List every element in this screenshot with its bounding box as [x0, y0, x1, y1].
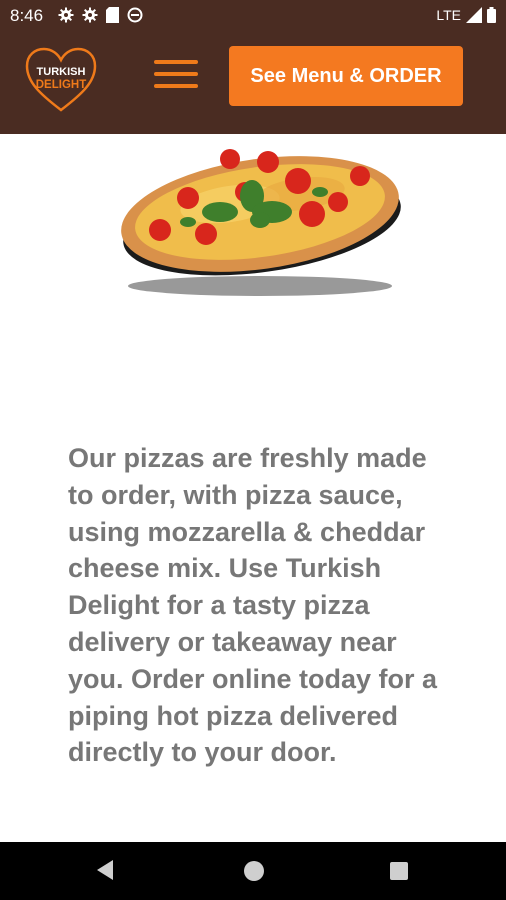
- status-icons-left: [58, 7, 143, 23]
- status-icons-right: LTE: [436, 7, 496, 23]
- see-menu-order-button[interactable]: See Menu & ORDER: [229, 46, 463, 106]
- pizza-image: [110, 134, 410, 304]
- pizza-illustration: [121, 149, 401, 296]
- status-time: 8:46: [10, 6, 44, 25]
- description-text: Our pizzas are freshly made to order, wi…: [68, 443, 438, 768]
- system-nav-bar: [0, 842, 506, 900]
- menu-line: [154, 72, 198, 76]
- battery-icon: [487, 7, 496, 23]
- logo-text-bottom: DELIGHT: [36, 79, 86, 91]
- recents-icon[interactable]: [390, 862, 408, 880]
- network-type: LTE: [436, 7, 461, 23]
- brand-logo[interactable]: TURKISH DELIGHT: [24, 46, 98, 114]
- hamburger-menu-icon[interactable]: [154, 60, 198, 94]
- logo-text-top: TURKISH: [37, 66, 86, 78]
- home-icon[interactable]: [244, 861, 264, 881]
- gear-icon: [82, 7, 98, 23]
- back-icon[interactable]: [97, 860, 113, 880]
- sd-card-icon: [106, 7, 119, 23]
- gear-icon: [58, 7, 74, 23]
- app-header: 8:46 LTE TURKISH DELIGHT See Menu & ORDE…: [0, 0, 506, 134]
- menu-line: [154, 60, 198, 64]
- menu-line: [154, 84, 198, 88]
- status-bar: 8:46 LTE: [0, 0, 506, 32]
- no-disturb-icon: [127, 7, 143, 23]
- signal-icon: [466, 7, 482, 23]
